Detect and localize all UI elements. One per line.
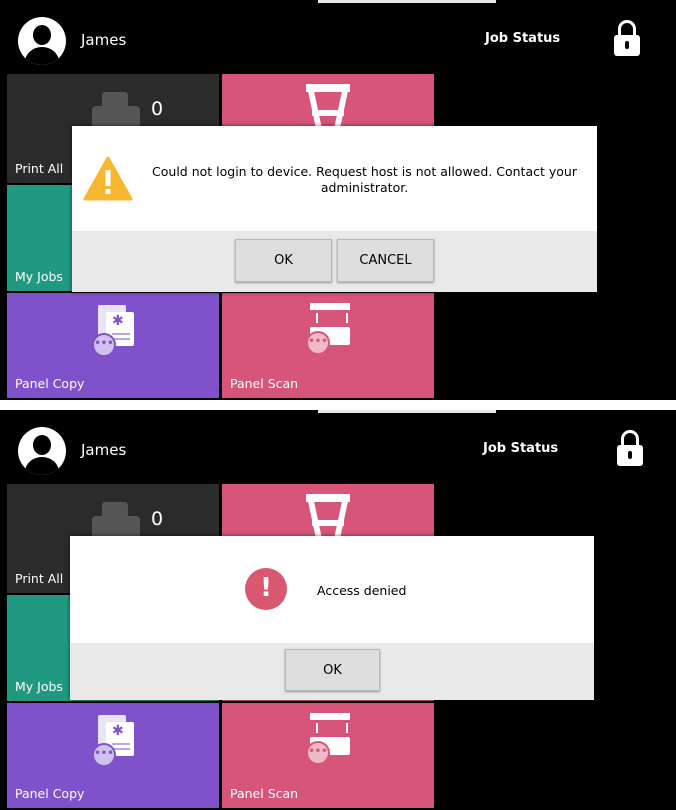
device-screen-access-denied: James Job Status 0 Print All My Jobs ✱ ••…: [0, 410, 676, 810]
panel-scan-icon: •••: [306, 713, 354, 765]
cancel-button[interactable]: CANCEL: [337, 239, 434, 282]
print-all-label: Print All: [15, 161, 64, 176]
access-denied-dialog: ! Access denied OK: [70, 536, 594, 700]
panel-copy-tile[interactable]: ✱ ••• Panel Copy: [7, 703, 219, 808]
panel-scan-label: Panel Scan: [230, 786, 299, 801]
scanner-icon: [306, 494, 350, 538]
dialog-footer: OK CANCEL: [72, 231, 597, 292]
my-jobs-label: My Jobs: [15, 269, 63, 284]
error-icon: !: [245, 568, 287, 610]
panel-copy-label: Panel Copy: [15, 376, 85, 391]
dialog-message: Could not login to device. Request host …: [152, 164, 577, 195]
print-count: 0: [151, 98, 164, 120]
dialog-message: Access denied: [317, 583, 407, 598]
user-name: James: [81, 441, 127, 459]
job-status-link[interactable]: Job Status: [483, 441, 558, 456]
top-strip: [318, 0, 496, 3]
user-avatar-icon[interactable]: [18, 17, 66, 65]
warning-icon: [83, 156, 133, 201]
print-count: 0: [151, 508, 164, 530]
panel-copy-tile[interactable]: ✱ ••• Panel Copy: [7, 293, 219, 398]
dialog-footer: OK: [70, 643, 594, 700]
ok-button[interactable]: OK: [285, 649, 380, 691]
copy-document-icon: ✱ •••: [92, 715, 140, 767]
panel-scan-icon: •••: [306, 303, 354, 355]
print-all-label: Print All: [15, 571, 64, 586]
ok-button[interactable]: OK: [235, 239, 332, 282]
login-error-dialog: Could not login to device. Request host …: [72, 126, 597, 292]
device-screen-login-error: James Job Status 0 Print All My Jobs ✱ ••…: [0, 0, 676, 400]
my-jobs-label: My Jobs: [15, 679, 63, 694]
panel-scan-tile[interactable]: ••• Panel Scan: [222, 703, 434, 808]
copy-document-icon: ✱ •••: [92, 305, 140, 357]
user-avatar-icon[interactable]: [18, 427, 66, 475]
scanner-icon: [306, 84, 350, 128]
user-name: James: [81, 31, 127, 49]
panel-scan-label: Panel Scan: [230, 376, 299, 391]
lock-icon[interactable]: [617, 430, 643, 468]
panel-copy-label: Panel Copy: [15, 786, 85, 801]
panel-scan-tile[interactable]: ••• Panel Scan: [222, 293, 434, 398]
job-status-link[interactable]: Job Status: [485, 31, 560, 46]
top-strip: [318, 410, 496, 413]
lock-icon[interactable]: [614, 20, 640, 58]
